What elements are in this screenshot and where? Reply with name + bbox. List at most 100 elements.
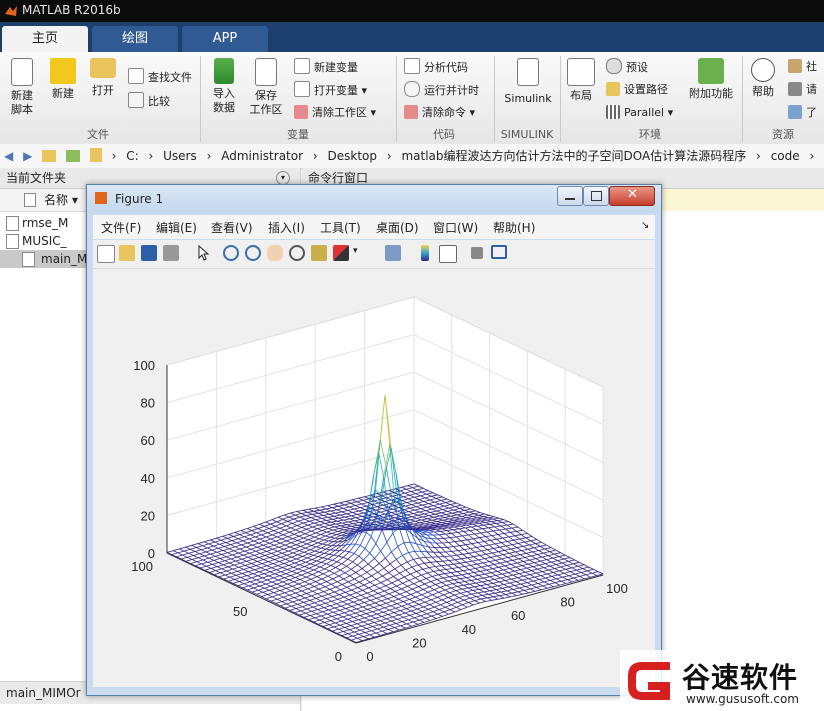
new-variable-button[interactable]: 新建变量 — [294, 58, 358, 76]
community-button[interactable]: 社 — [788, 58, 817, 76]
parallel-button[interactable]: Parallel ▾ — [606, 104, 673, 122]
surface-mesh-line — [421, 527, 427, 529]
ribbon-tab-strip: 主页 绘图 APP — [0, 22, 824, 52]
figure-canvas[interactable]: 0 20 40 60 80 100 0 20 40 60 80 100 0 50 100 — [93, 269, 655, 687]
maximize-icon — [591, 191, 602, 201]
menu-desktop[interactable]: 桌面(D) — [376, 219, 419, 236]
open-file-icon[interactable] — [119, 245, 135, 261]
compare-label: 比较 — [148, 95, 170, 108]
group-label-variable: 变量 — [287, 128, 309, 141]
save-icon[interactable] — [141, 245, 157, 261]
layout-button[interactable]: 布局 — [564, 58, 598, 103]
chevron-right-icon: › — [111, 149, 117, 163]
pan-icon[interactable] — [267, 245, 283, 261]
simulink-button[interactable]: Simulink — [500, 58, 556, 106]
brush-icon[interactable] — [333, 245, 349, 261]
breadcrumb-segment[interactable]: Users — [163, 149, 197, 163]
open-variable-button[interactable]: 打开变量 ▾ — [294, 81, 367, 99]
clear-commands-button[interactable]: 清除命令 ▾ — [404, 104, 475, 122]
panel-menu-icon[interactable]: ▾ — [276, 171, 290, 185]
column-name-header[interactable]: 名称 — [44, 189, 68, 211]
surface-mesh-line — [426, 527, 432, 530]
breadcrumb-segment[interactable]: C: — [126, 149, 138, 163]
file-name: main_M — [41, 252, 88, 266]
back-arrow-icon[interactable]: ◀ — [4, 149, 13, 163]
find-files-button[interactable]: 查找文件 — [128, 68, 192, 86]
open-variable-icon — [294, 81, 310, 97]
help-icon — [751, 58, 775, 82]
menu-view[interactable]: 查看(V) — [211, 219, 253, 236]
analyze-code-button[interactable]: 分析代码 — [404, 58, 468, 76]
menu-tools[interactable]: 工具(T) — [320, 219, 361, 236]
menu-dock-arrow-icon[interactable]: ↘ — [641, 220, 649, 231]
colorbar-icon[interactable] — [421, 245, 429, 261]
community-label: 社 — [806, 60, 817, 73]
save-workspace-button[interactable]: 保存 工作区 — [246, 58, 286, 117]
m-file-icon — [6, 234, 19, 249]
parallel-icon — [606, 105, 620, 119]
command-window-title: 命令行窗口 — [308, 171, 369, 185]
breadcrumb-segment[interactable]: matlab编程波达方向估计方法中的子空间DOA估计算法源码程序 — [401, 149, 746, 163]
compare-button[interactable]: 比较 — [128, 92, 170, 110]
chevron-down-icon: ▾ — [358, 84, 368, 97]
file-item[interactable]: MUSIC_ — [6, 232, 67, 250]
request-support-button[interactable]: 请 — [788, 81, 817, 99]
breadcrumb-segment[interactable]: Desktop — [328, 149, 378, 163]
figure-title-bar[interactable]: Figure 1 ✕ — [87, 185, 661, 213]
help-button[interactable]: 帮助 — [748, 58, 778, 99]
rotate-3d-icon[interactable] — [289, 245, 305, 261]
menu-insert[interactable]: 插入(I) — [268, 219, 305, 236]
minimize-button[interactable] — [557, 186, 583, 206]
close-icon: ✕ — [627, 187, 638, 202]
clear-workspace-button[interactable]: 清除工作区 ▾ — [294, 104, 376, 122]
y-tick-label: 100 — [131, 559, 153, 574]
surface-plot[interactable]: 020406080100020406080100050100 — [93, 269, 655, 687]
menu-window[interactable]: 窗口(W) — [433, 219, 478, 236]
chevron-down-icon[interactable]: ▾ — [353, 246, 358, 256]
print-icon[interactable] — [163, 245, 179, 261]
tab-apps[interactable]: APP — [182, 26, 268, 52]
folder-icon — [90, 58, 116, 78]
set-path-button[interactable]: 设置路径 — [606, 81, 668, 99]
zoom-in-icon[interactable] — [223, 245, 239, 261]
folder-icon — [89, 148, 102, 162]
forward-arrow-icon[interactable]: ▶ — [23, 149, 32, 163]
new-figure-icon[interactable] — [97, 245, 115, 263]
breadcrumb-segment[interactable]: Administrator — [221, 149, 303, 163]
menu-file[interactable]: 文件(F) — [101, 219, 141, 236]
up-folder-icon[interactable] — [42, 150, 57, 162]
address-bar[interactable]: ◀ ▶ › C: › Users › Administrator › Deskt… — [0, 144, 824, 169]
menu-edit[interactable]: 编辑(E) — [156, 219, 197, 236]
close-button[interactable]: ✕ — [609, 186, 655, 206]
hide-plot-tools-icon[interactable] — [471, 247, 483, 259]
file-item[interactable]: rmse_M — [6, 214, 69, 232]
maximize-button[interactable] — [583, 186, 609, 206]
preferences-button[interactable]: 预设 — [606, 58, 648, 76]
new-button[interactable]: 新建 — [46, 58, 80, 101]
layout-icon — [567, 58, 595, 86]
tab-plots[interactable]: 绘图 — [92, 26, 178, 52]
learn-button[interactable]: 了 — [788, 104, 817, 122]
run-and-time-button[interactable]: 运行并计时 — [404, 81, 479, 99]
new-script-button[interactable]: 新建 脚本 — [4, 58, 40, 117]
chevron-right-icon: › — [809, 149, 815, 163]
brand-logo-icon — [628, 662, 670, 700]
pointer-icon[interactable] — [195, 244, 211, 261]
menu-help[interactable]: 帮助(H) — [493, 219, 535, 236]
figure-icon — [95, 192, 107, 204]
z-tick-label: 60 — [141, 433, 155, 448]
legend-icon[interactable] — [439, 245, 457, 263]
new-variable-label: 新建变量 — [314, 61, 358, 74]
tab-home[interactable]: 主页 — [2, 26, 88, 52]
data-cursor-icon[interactable] — [311, 245, 327, 261]
open-button[interactable]: 打开 — [86, 58, 120, 98]
addons-button[interactable]: 附加功能 — [686, 58, 736, 101]
zoom-out-icon[interactable] — [245, 245, 261, 261]
community-icon — [788, 59, 802, 73]
breadcrumb-segment[interactable]: code — [771, 149, 800, 163]
file-name: rmse_M — [22, 216, 69, 230]
show-plot-tools-icon[interactable] — [491, 245, 507, 259]
link-plot-icon[interactable] — [385, 245, 401, 261]
import-data-button[interactable]: 导入 数据 — [206, 58, 242, 115]
browse-folder-icon[interactable] — [65, 150, 80, 162]
